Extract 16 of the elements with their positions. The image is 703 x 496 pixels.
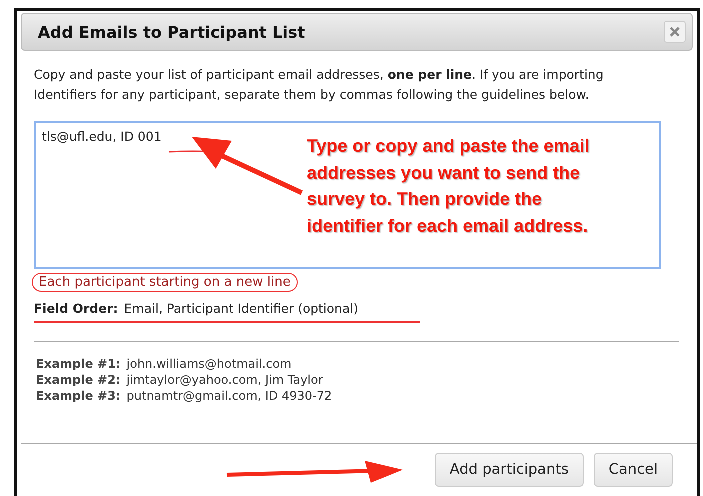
example-label: Example #2: bbox=[36, 372, 121, 388]
annotation-text: Type or copy and paste the email addresses you want to send the survey to. Then provide the identifier for each email address. bbox=[307, 135, 591, 238]
example-value: john.williams@hotmail.com bbox=[126, 356, 292, 372]
add-participants-button[interactable]: Add participants bbox=[434, 453, 584, 487]
example-value: jimtaylor@yahoo.com, Jim Taylor bbox=[126, 372, 324, 388]
cancel-button[interactable]: Cancel bbox=[594, 453, 673, 487]
field-order-label: Field Order: bbox=[34, 301, 118, 316]
field-order-value: Email, Participant Identifier (optional) bbox=[124, 301, 358, 316]
example-value: putnamtr@gmail.com, ID 4930-72 bbox=[126, 388, 332, 404]
close-icon bbox=[670, 27, 680, 37]
circled-note: Each participant starting on a new line bbox=[32, 273, 298, 292]
close-button[interactable] bbox=[664, 21, 686, 43]
example-label: Example #3: bbox=[36, 388, 121, 404]
dialog-title: Add Emails to Participant List bbox=[38, 22, 306, 42]
intro-text: Copy and paste your list of participant email addresses, one per line. If you are importing Identifiers for any participant, separate them by commas following the guidelines below. bbox=[34, 66, 605, 104]
example-label: Example #1: bbox=[36, 356, 121, 372]
